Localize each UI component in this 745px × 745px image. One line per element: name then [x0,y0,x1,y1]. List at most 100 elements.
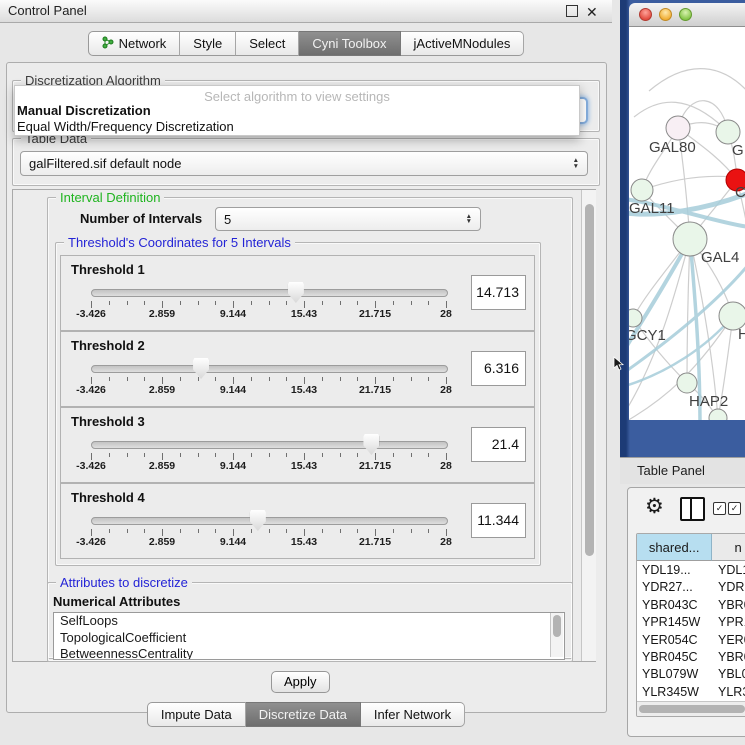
tab-impute-data[interactable]: Impute Data [147,702,246,727]
cell-name[interactable]: YDL1 [714,562,745,579]
threshold-value-field[interactable]: 11.344 [471,503,526,538]
threshold-label: Threshold 2 [71,338,145,353]
horizontal-scrollbar-thumb[interactable] [639,705,745,713]
threshold-slider-track[interactable] [91,289,448,297]
control-panel-tabs: NetworkStyle Select Cyni ToolboxjActiveMNo… [0,31,612,56]
node-gcy1[interactable] [629,309,642,327]
attributes-group-title: Attributes to discretize [56,575,192,590]
horizontal-scrollbar[interactable] [637,701,745,716]
threshold-value-field[interactable]: 6.316 [471,351,526,386]
cell-shared-name[interactable]: YBR043C [637,597,714,614]
cell-shared-name[interactable]: YDR27... [637,579,714,596]
cell-shared-name[interactable]: YER054C [637,632,714,649]
attributes-list-scrollbar[interactable] [550,613,563,657]
axis-tick-label: -3.426 [76,536,106,548]
numerical-attributes-label: Numerical Attributes [53,594,180,609]
tab-jactivemnodules[interactable]: jActiveMNodules [401,31,525,56]
cell-name[interactable]: YBL0 [714,666,745,683]
split-pane-icon[interactable] [680,497,705,521]
axis-tick-label: 2.859 [149,308,175,320]
cell-shared-name[interactable]: YBL079W [637,666,714,683]
menu-item-manual-discretization[interactable]: Manual Discretization [17,103,151,118]
tab-infer-network[interactable]: Infer Network [361,702,465,727]
cell-shared-name[interactable]: YPR145W [637,614,714,631]
threshold-value-field[interactable]: 21.4 [471,427,526,462]
cell-name[interactable]: YBR0 [714,649,745,666]
axis-tick-label: 21.715 [359,460,391,472]
threshold-panel: Threshold 2 -3.4262.8599.14415.4321.7152… [60,331,535,407]
attributes-list-scrollbar-thumb[interactable] [553,615,561,637]
cell-shared-name[interactable]: YDL19... [637,562,714,579]
tab-label: Infer Network [374,707,451,722]
node-gal11[interactable] [631,179,653,201]
threshold-slider-thumb[interactable] [250,510,266,531]
menu-item-equal-width-discretization[interactable]: Equal Width/Frequency Discretization [17,119,234,134]
gear-icon[interactable]: ⚙ [645,494,664,519]
cell-name[interactable]: YDR2 [714,579,745,596]
node-bottom[interactable] [709,409,727,420]
cell-shared-name[interactable]: YLR345W [637,684,714,701]
table-row[interactable]: YBR045CYBR0 [637,649,745,666]
axis-tick-label: 28 [440,536,452,548]
algorithm-hint: Select algorithm to view settings [15,89,579,104]
table-row[interactable]: YDR27...YDR2 [637,579,745,596]
float-window-icon[interactable] [566,5,578,17]
threshold-panel: Threshold 1 -3.4262.8599.14415.4321.7152… [60,255,535,331]
threshold-value-field[interactable]: 14.713 [471,275,526,310]
attribute-item-topologicalcoefficient[interactable]: TopologicalCoefficient [54,630,564,647]
node-hap2[interactable] [677,373,697,393]
column-header-n[interactable]: n [712,534,745,561]
attribute-item-betweennesscentrality[interactable]: BetweennessCentrality [54,646,564,660]
vertical-scrollbar[interactable] [581,190,596,661]
vertical-scrollbar-thumb[interactable] [585,204,594,556]
threshold-slider-track[interactable] [91,517,448,525]
node-g[interactable] [716,120,740,144]
cell-name[interactable]: YER0 [714,632,745,649]
cell-name[interactable]: YLR3 [714,684,745,701]
tab-network[interactable]: Network [88,31,181,56]
number-of-intervals-value: 5 [224,212,231,227]
threshold-slider-thumb[interactable] [363,434,379,455]
node-gal80[interactable] [666,116,690,140]
table-row[interactable]: YLR345WYLR3 [637,684,745,701]
table-header-row: shared...n [637,534,745,561]
threshold-slider-thumb[interactable] [193,358,209,379]
table-row[interactable]: YBR043CYBR0 [637,597,745,614]
tab-discretize-data[interactable]: Discretize Data [246,702,361,727]
threshold-slider-track[interactable] [91,365,448,373]
number-of-intervals-combo[interactable]: 5 ▲▼ [215,207,481,231]
close-window-icon[interactable] [639,8,652,21]
column-header-shared-[interactable]: shared... [637,534,712,561]
checkbox-icon-1[interactable]: ✓ [713,502,726,515]
cell-name[interactable]: YBR0 [714,597,745,614]
table-data-combo[interactable]: galFiltered.sif default node ▲▼ [20,151,588,176]
zoom-window-icon[interactable] [679,8,692,21]
cell-name[interactable]: YPR1 [714,614,745,631]
tab-select[interactable]: Select [236,31,299,56]
table-row[interactable]: YPR145WYPR1 [637,614,745,631]
minimize-window-icon[interactable] [659,8,672,21]
node-label-gal11: GAL11 [629,200,675,217]
network-canvas[interactable]: GAL80 G C GAL11 GAL4 GCY1 H HAP2 [629,27,745,420]
attribute-item-selfloops[interactable]: SelfLoops [54,613,564,630]
axis-tick-label: 2.859 [149,460,175,472]
threshold-slider-thumb[interactable] [288,282,304,303]
close-icon[interactable]: ✕ [586,1,598,23]
threshold-panel: Threshold 4 -3.4262.8599.14415.4321.7152… [60,483,535,559]
tab-label: Select [249,36,285,51]
table-row[interactable]: YER054CYER0 [637,632,745,649]
threshold-panel: Threshold 3 -3.4262.8599.14415.4321.7152… [60,407,535,483]
node-label-h: H [738,326,745,343]
axis-tick-label: 15.43 [291,536,317,548]
cell-shared-name[interactable]: YBR045C [637,649,714,666]
tab-cyni-toolbox[interactable]: Cyni Toolbox [299,31,400,56]
table-data-combo-value: galFiltered.sif default node [29,156,181,171]
tab-style[interactable]: Style [180,31,236,56]
table-row[interactable]: YDL19...YDL1 [637,562,745,579]
table-row[interactable]: YBL079WYBL0 [637,666,745,683]
algorithm-dropdown-popup: Select algorithm to view settings Manual… [14,85,580,136]
apply-button[interactable]: Apply [271,671,330,693]
combo-stepper-icon: ▲▼ [573,158,579,169]
checkbox-icon-2[interactable]: ✓ [728,502,741,515]
threshold-slider-track[interactable] [91,441,448,449]
